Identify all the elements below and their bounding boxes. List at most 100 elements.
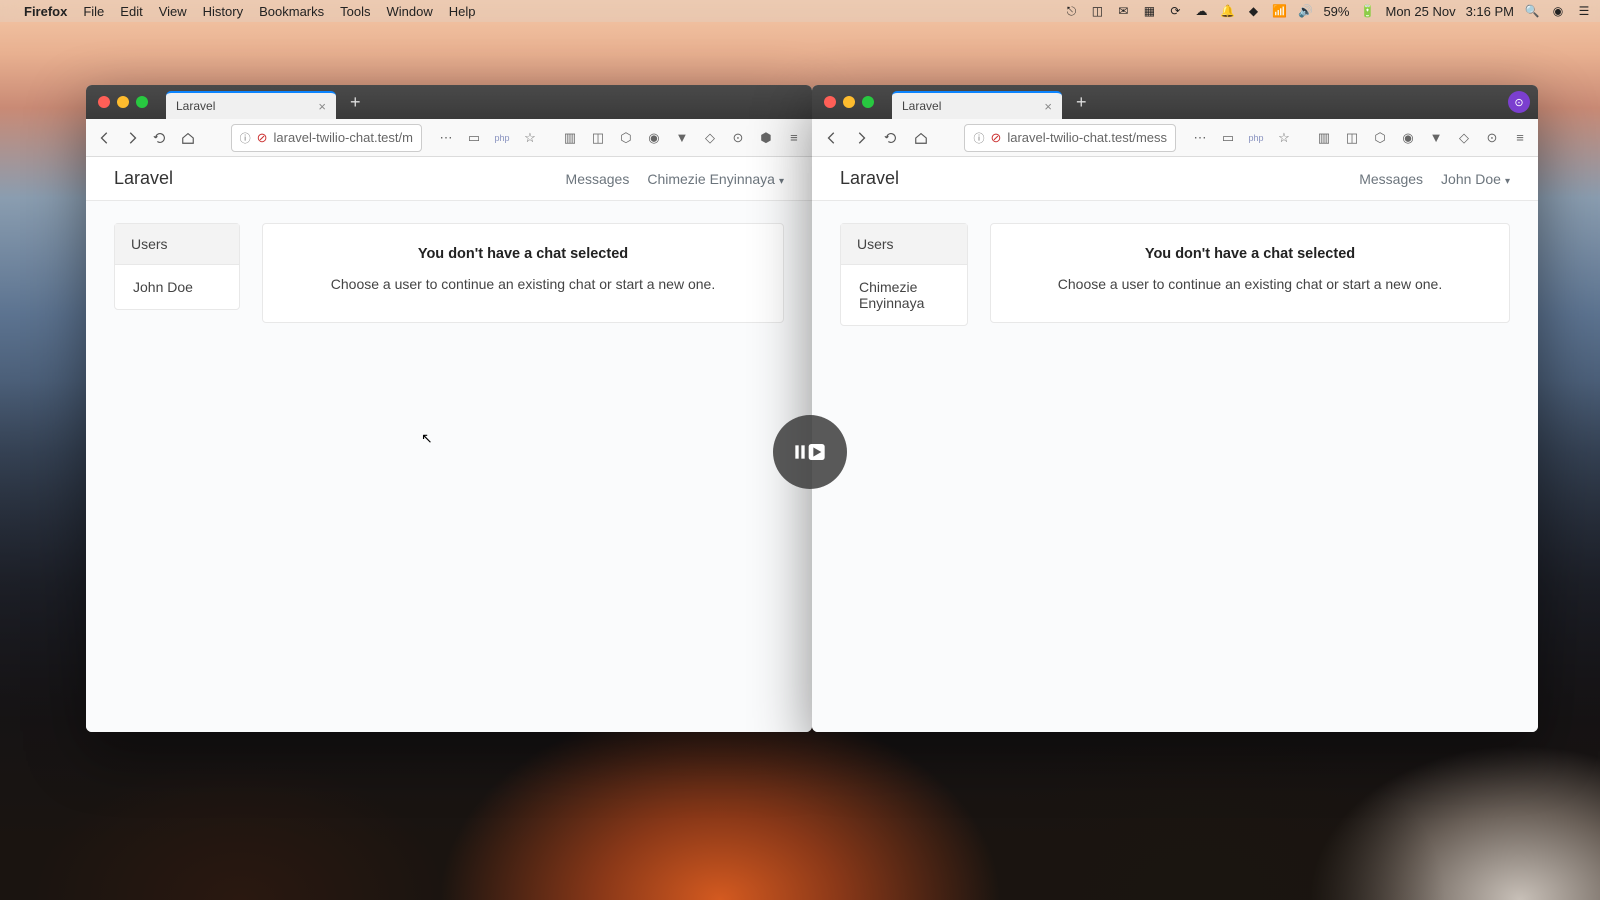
cloud-icon[interactable]: ☁ <box>1193 3 1209 19</box>
ext5-icon[interactable]: ⬢ <box>756 128 776 148</box>
menubar-date[interactable]: Mon 25 Nov <box>1385 4 1455 19</box>
menubar-time[interactable]: 3:16 PM <box>1466 4 1514 19</box>
back-button[interactable] <box>94 126 116 150</box>
library-icon[interactable]: ▥ <box>560 128 580 148</box>
php-icon[interactable]: php <box>1246 128 1266 148</box>
info-icon[interactable]: ⓘ <box>240 130 251 146</box>
php-icon[interactable]: php <box>492 128 512 148</box>
bookmark-star-icon[interactable]: ☆ <box>520 128 540 148</box>
reader-icon[interactable]: ▭ <box>1218 128 1238 148</box>
close-window-button[interactable] <box>824 96 836 108</box>
chat-icon[interactable]: ✉ <box>1115 3 1131 19</box>
sidebar-header: Users <box>841 224 967 265</box>
chat-empty-state: You don't have a chat selected Choose a … <box>262 223 784 323</box>
siri-icon[interactable]: ◉ <box>1550 3 1566 19</box>
reload-button[interactable] <box>879 126 903 150</box>
menu-history[interactable]: History <box>203 4 243 19</box>
hamburger-menu-icon[interactable]: ≡ <box>1510 128 1530 148</box>
maximize-window-button[interactable] <box>862 96 874 108</box>
menu-file[interactable]: File <box>83 4 104 19</box>
sidebar-icon[interactable]: ◫ <box>588 128 608 148</box>
empty-state-subtitle: Choose a user to continue an existing ch… <box>1019 276 1481 292</box>
ext1-icon[interactable]: ⬡ <box>1370 128 1390 148</box>
browser-window: Laravel × + ⊙ ⓘ ⊘ laravel-twilio-chat.te… <box>812 85 1538 732</box>
volume-icon[interactable]: 🔊 <box>1297 3 1313 19</box>
nav-user-dropdown[interactable]: John Doe▾ <box>1441 171 1510 187</box>
users-sidebar: Users Chimezie Enyinnaya <box>840 223 968 326</box>
ext1-icon[interactable]: ⬡ <box>616 128 636 148</box>
bell-icon[interactable]: 🔔 <box>1219 3 1235 19</box>
battery-icon[interactable]: 🔋 <box>1359 3 1375 19</box>
grid-icon[interactable]: ▦ <box>1141 3 1157 19</box>
url-text: laravel-twilio-chat.test/m <box>274 130 413 145</box>
user-list-item[interactable]: Chimezie Enyinnaya <box>841 265 967 325</box>
more-icon[interactable]: ⋯ <box>1190 128 1210 148</box>
new-tab-button[interactable]: + <box>1068 92 1095 113</box>
hamburger-menu-icon[interactable]: ≡ <box>784 128 804 148</box>
menubar-app-name[interactable]: Firefox <box>24 4 67 19</box>
ext3-icon[interactable]: ▼ <box>672 128 692 148</box>
browser-tab[interactable]: Laravel × <box>166 91 336 119</box>
empty-state-subtitle: Choose a user to continue an existing ch… <box>291 276 755 292</box>
brand-title[interactable]: Laravel <box>840 168 899 189</box>
address-bar[interactable]: ⓘ ⊘ laravel-twilio-chat.test/m <box>231 124 422 152</box>
nav-messages-link[interactable]: Messages <box>566 171 630 187</box>
play-pause-overlay[interactable] <box>773 415 847 489</box>
account-icon[interactable]: ⊙ <box>728 128 748 148</box>
control-center-icon[interactable]: ☰ <box>1576 3 1592 19</box>
empty-state-title: You don't have a chat selected <box>291 246 755 262</box>
sidebar-icon[interactable]: ◫ <box>1342 128 1362 148</box>
back-button[interactable] <box>820 126 844 150</box>
more-icon[interactable]: ⋯ <box>436 128 456 148</box>
browser-window: Laravel × + ⓘ ⊘ laravel-twilio-chat.test… <box>86 85 812 732</box>
ext3-icon[interactable]: ▼ <box>1426 128 1446 148</box>
reload-button[interactable] <box>149 126 171 150</box>
menu-tools[interactable]: Tools <box>340 4 370 19</box>
dropbox-icon[interactable]: ◫ <box>1089 3 1105 19</box>
minimize-window-button[interactable] <box>117 96 129 108</box>
menu-bookmarks[interactable]: Bookmarks <box>259 4 324 19</box>
app-navbar: Laravel Messages John Doe▾ <box>812 157 1538 201</box>
ext4-icon[interactable]: ◇ <box>700 128 720 148</box>
new-tab-button[interactable]: + <box>342 92 369 113</box>
wifi-icon[interactable]: 📶 <box>1271 3 1287 19</box>
ext2-icon[interactable]: ◉ <box>644 128 664 148</box>
forward-button[interactable] <box>850 126 874 150</box>
maximize-window-button[interactable] <box>136 96 148 108</box>
browser-tab[interactable]: Laravel × <box>892 91 1062 119</box>
menu-view[interactable]: View <box>159 4 187 19</box>
window-controls <box>824 96 874 108</box>
user-list-item[interactable]: John Doe <box>115 265 239 309</box>
address-bar[interactable]: ⓘ ⊘ laravel-twilio-chat.test/mess <box>964 124 1176 152</box>
spotlight-icon[interactable]: 🔍 <box>1524 3 1540 19</box>
info-icon[interactable]: ⓘ <box>973 130 984 146</box>
home-button[interactable] <box>177 126 199 150</box>
ext4-icon[interactable]: ◇ <box>1454 128 1474 148</box>
brand-title[interactable]: Laravel <box>114 168 173 189</box>
minimize-window-button[interactable] <box>843 96 855 108</box>
window-controls <box>98 96 148 108</box>
profile-avatar-icon[interactable]: ⊙ <box>1508 91 1530 113</box>
browser-toolbar: ⓘ ⊘ laravel-twilio-chat.test/mess ⋯ ▭ ph… <box>812 119 1538 157</box>
close-tab-icon[interactable]: × <box>1044 99 1052 114</box>
menu-help[interactable]: Help <box>449 4 476 19</box>
home-button[interactable] <box>909 126 933 150</box>
menu-edit[interactable]: Edit <box>120 4 142 19</box>
nav-user-dropdown[interactable]: Chimezie Enyinnaya▾ <box>647 171 784 187</box>
nav-messages-link[interactable]: Messages <box>1359 171 1423 187</box>
sync-icon[interactable]: ⟳ <box>1167 3 1183 19</box>
ext2-icon[interactable]: ◉ <box>1398 128 1418 148</box>
mouse-cursor: ↖ <box>421 430 433 447</box>
account-icon[interactable]: ⊙ <box>1482 128 1502 148</box>
close-window-button[interactable] <box>98 96 110 108</box>
insecure-icon: ⊘ <box>257 130 268 146</box>
forward-button[interactable] <box>122 126 144 150</box>
menu-window[interactable]: Window <box>387 4 433 19</box>
diamond-icon[interactable]: ◆ <box>1245 3 1261 19</box>
library-icon[interactable]: ▥ <box>1314 128 1334 148</box>
bookmark-star-icon[interactable]: ☆ <box>1274 128 1294 148</box>
close-tab-icon[interactable]: × <box>318 99 326 114</box>
status-icon[interactable]: ⎋ <box>1063 3 1079 19</box>
chevron-down-icon: ▾ <box>1505 176 1510 187</box>
reader-icon[interactable]: ▭ <box>464 128 484 148</box>
